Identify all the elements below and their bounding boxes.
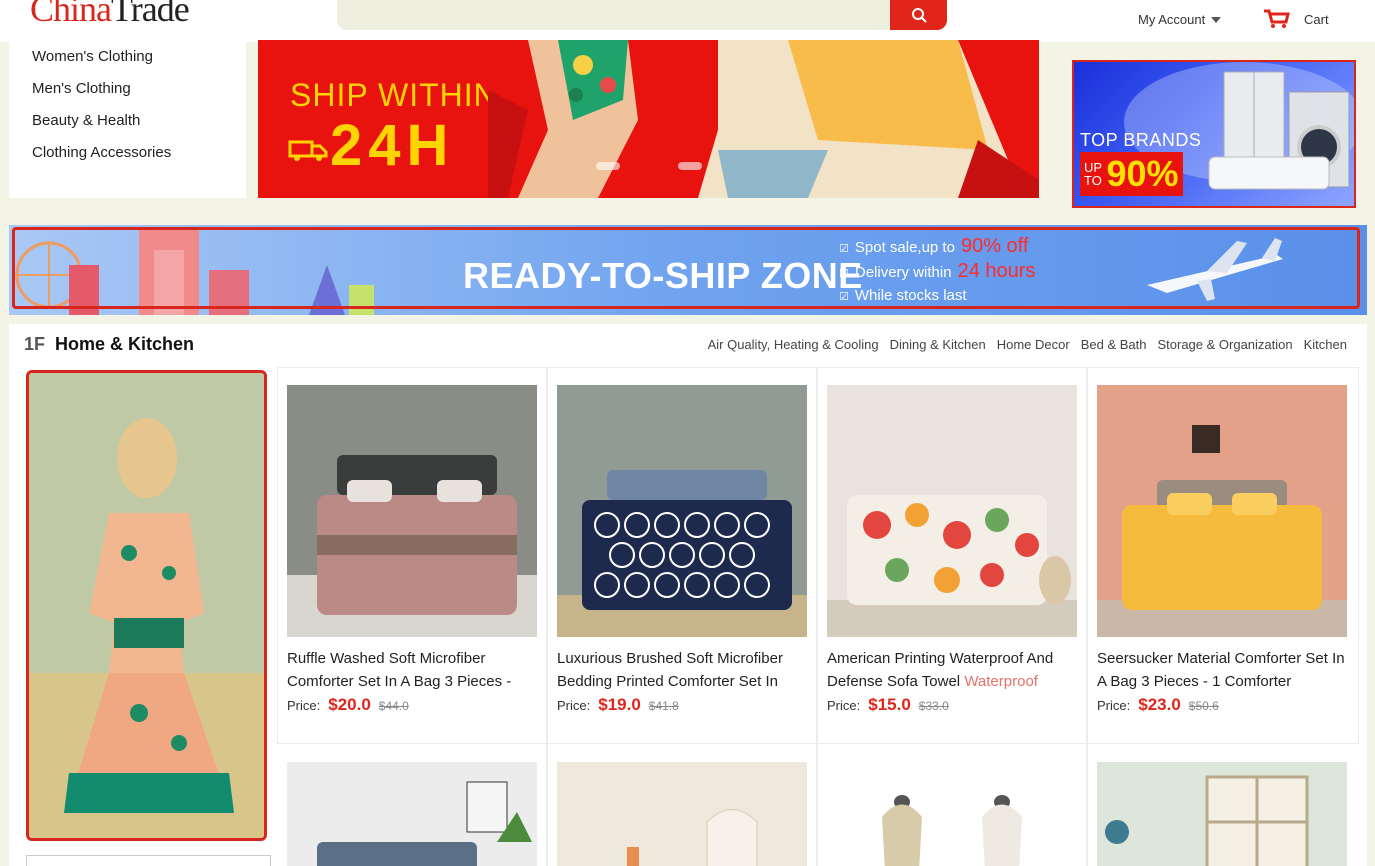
floor-link[interactable]: Air Quality, Heating & Cooling bbox=[708, 337, 879, 352]
floor-link[interactable]: Bed & Bath bbox=[1081, 337, 1147, 352]
floor-heading: 1F Home & Kitchen bbox=[24, 334, 194, 355]
brand-ad-title: TOP BRANDS bbox=[1080, 130, 1202, 150]
grinder-image bbox=[827, 762, 1077, 866]
category-beauty-health[interactable]: Beauty & Health bbox=[32, 112, 140, 129]
feature-1-text: Spot sale,up to bbox=[854, 239, 955, 256]
product-image[interactable] bbox=[827, 762, 1077, 866]
category-womens-clothing[interactable]: Women's Clothing bbox=[32, 48, 153, 65]
feature-1-highlight: 90% off bbox=[960, 235, 1029, 257]
interior-image bbox=[557, 762, 807, 866]
carousel-dot[interactable] bbox=[678, 162, 702, 170]
check-icon: ☑ bbox=[839, 243, 849, 255]
product-image[interactable] bbox=[287, 762, 537, 866]
window-room-image bbox=[1097, 762, 1347, 866]
top-header: ChinaTrade My Account Cart bbox=[0, 0, 1375, 42]
product-image[interactable] bbox=[1097, 762, 1347, 866]
check-icon: ☑ bbox=[839, 268, 849, 280]
category-menu: Women's Clothing Men's Clothing Beauty &… bbox=[9, 42, 246, 198]
feature-2-text: Delivery within bbox=[854, 264, 952, 281]
hero-model-image bbox=[488, 40, 1039, 198]
check-icon: ☑ bbox=[839, 291, 849, 303]
hero-headline: SHIP WITHIN bbox=[290, 77, 498, 113]
floor-title: Home & Kitchen bbox=[55, 334, 195, 354]
banner-title: READY-TO-SHIP ZONE bbox=[463, 255, 863, 296]
hero-big-text: 24H bbox=[330, 113, 455, 178]
logo-dark-text: Trade bbox=[111, 0, 190, 29]
search-input[interactable] bbox=[337, 0, 947, 30]
brand-ad-to: TO bbox=[1084, 173, 1102, 188]
product-grid-border bbox=[277, 367, 1359, 744]
hero-carousel[interactable]: SHIP WITHIN 24H bbox=[258, 40, 1039, 198]
product-image[interactable] bbox=[557, 762, 807, 866]
cart-link[interactable]: Cart bbox=[1262, 8, 1329, 30]
floor-link[interactable]: Dining & Kitchen bbox=[890, 337, 986, 352]
floor-link[interactable]: Storage & Organization bbox=[1157, 337, 1292, 352]
my-account-menu[interactable]: My Account bbox=[1138, 12, 1222, 27]
bedroom-image bbox=[287, 762, 537, 866]
floor-side-banner[interactable] bbox=[26, 370, 267, 841]
floor-link[interactable]: Kitchen bbox=[1304, 337, 1347, 352]
chevron-down-icon bbox=[1211, 16, 1222, 23]
airplane-icon bbox=[1147, 238, 1283, 301]
feature-2-highlight: 24 hours bbox=[957, 260, 1036, 282]
banner-feature-2: ☑ Delivery within 24 hours bbox=[839, 260, 1035, 283]
home-kitchen-floor: 1F Home & Kitchen Air Quality, Heating & … bbox=[9, 324, 1367, 866]
cart-label: Cart bbox=[1304, 11, 1329, 27]
grid-divider bbox=[816, 367, 818, 866]
floor-subcategory-links: Air Quality, Heating & Cooling Dining & … bbox=[708, 337, 1347, 352]
carousel-dot[interactable] bbox=[596, 162, 620, 170]
search-icon bbox=[911, 8, 927, 23]
top-brands-ad[interactable]: TOP BRANDS UP TO 90% bbox=[1072, 60, 1356, 208]
brand-ad-percent: 90% bbox=[1106, 153, 1179, 194]
site-logo[interactable]: ChinaTrade bbox=[30, 0, 190, 30]
grid-divider bbox=[1086, 367, 1088, 866]
floor-number: 1F bbox=[24, 334, 46, 354]
banner-feature-3: ☑ While stocks last bbox=[839, 287, 967, 304]
search-button[interactable] bbox=[890, 0, 947, 30]
category-clothing-accessories[interactable]: Clothing Accessories bbox=[32, 144, 171, 161]
cart-icon bbox=[1264, 9, 1290, 28]
banner-feature-1: ☑ Spot sale,up to 90% off bbox=[839, 235, 1028, 258]
ready-to-ship-banner[interactable]: READY-TO-SHIP ZONE ☑ Spot sale,up to 90%… bbox=[9, 225, 1367, 315]
truck-icon bbox=[288, 140, 328, 161]
account-label: My Account bbox=[1138, 12, 1206, 27]
brand-ad-discount: UP TO 90% bbox=[1080, 152, 1183, 196]
feature-3-text: While stocks last bbox=[854, 287, 967, 304]
model-dress-image bbox=[29, 373, 264, 838]
carousel-dot-active[interactable] bbox=[626, 162, 672, 170]
carousel-indicators bbox=[596, 162, 702, 170]
floor-link[interactable]: Home Decor bbox=[997, 337, 1070, 352]
category-mens-clothing[interactable]: Men's Clothing bbox=[32, 80, 131, 97]
side-banner-footer bbox=[26, 855, 271, 866]
logo-red-text: China bbox=[30, 0, 112, 29]
grid-divider bbox=[546, 367, 548, 866]
